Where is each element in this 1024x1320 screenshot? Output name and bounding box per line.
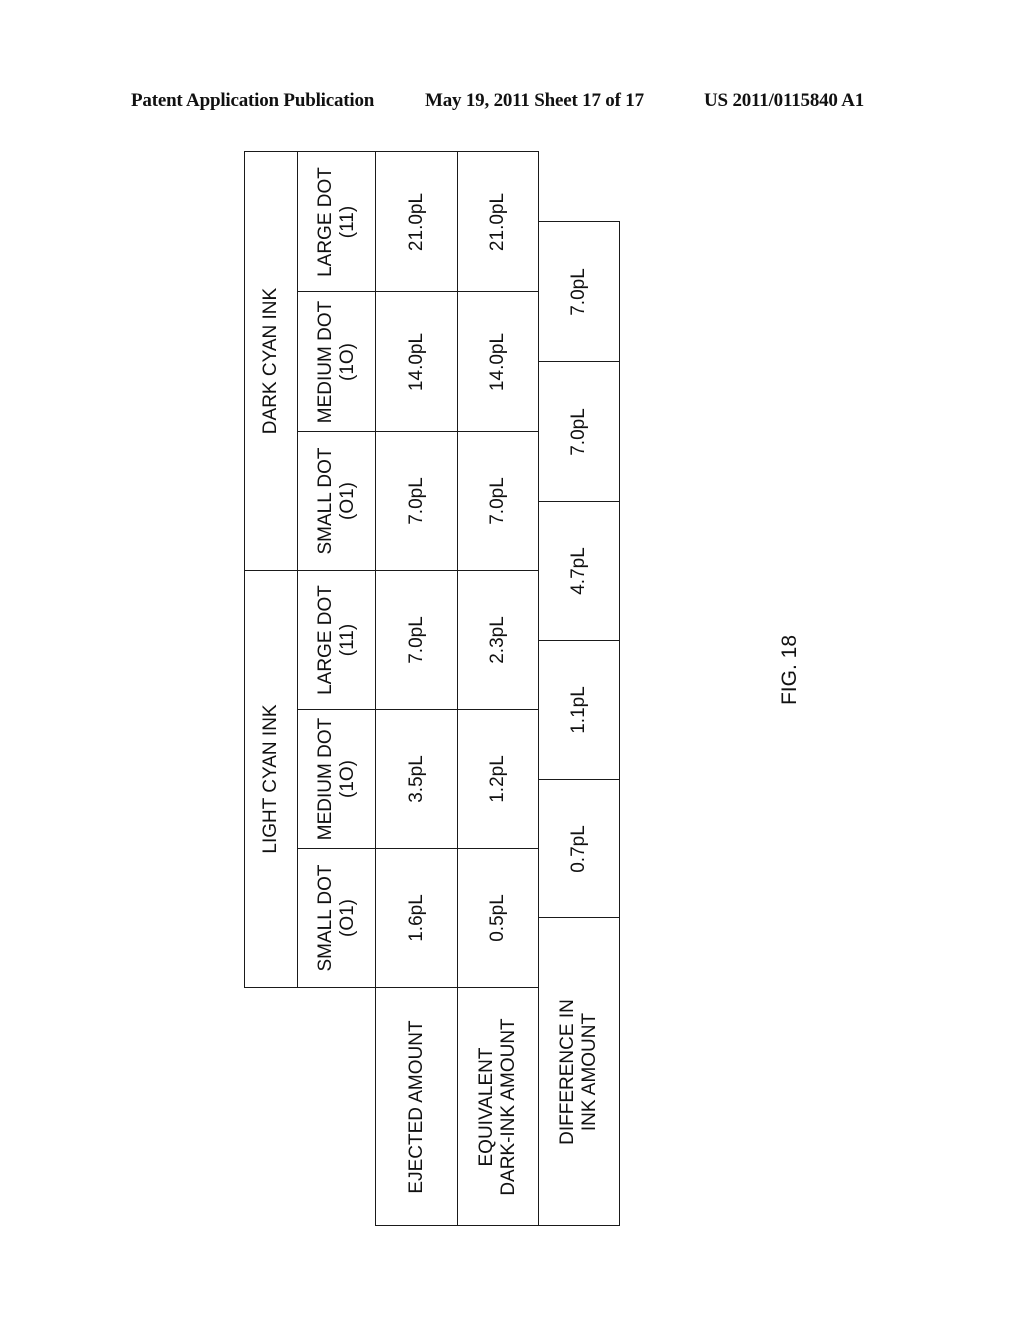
- dot-header-dark-medium: MEDIUM DOT (1O): [297, 291, 376, 432]
- cell-value: 7.0pL: [405, 477, 427, 525]
- row-header-equivalent: EQUIVALENT DARK-INK AMOUNT: [457, 987, 539, 1226]
- dot-label: SMALL DOT: [314, 447, 336, 555]
- row-header-label: EJECTED AMOUNT: [405, 1019, 427, 1194]
- cell-value: 4.7pL: [568, 547, 589, 595]
- difference-cell: 7.0pL: [538, 361, 620, 502]
- dot-header-light-small: SMALL DOT (O1): [297, 848, 376, 988]
- ejected-dark-small: 7.0pL: [375, 431, 458, 571]
- figure-label: FIG. 18: [778, 634, 801, 706]
- row-header-difference: DIFFERENCE IN INK AMOUNT: [538, 917, 620, 1226]
- difference-cell: 4.7pL: [538, 501, 620, 641]
- ejected-light-large: 7.0pL: [375, 570, 458, 710]
- ink-group-header-dark: DARK CYAN INK: [244, 151, 298, 571]
- publication-type: Patent Application Publication: [131, 90, 375, 111]
- dot-code: (1O): [336, 760, 358, 798]
- cell-value: 2.3pL: [487, 616, 508, 664]
- ink-group-label: LIGHT CYAN INK: [260, 704, 281, 854]
- cell-value: 7.0pL: [568, 267, 589, 316]
- cell-value: 14.0pL: [405, 332, 427, 391]
- difference-cell: 0.7pL: [538, 779, 620, 918]
- publication-number: US 2011/0115840 A1: [704, 90, 865, 111]
- dot-header-light-medium: MEDIUM DOT (1O): [297, 709, 376, 849]
- cell-value: 3.5pL: [405, 755, 427, 803]
- dot-code: (O1): [336, 899, 358, 937]
- cell-value: 21.0pL: [487, 192, 508, 251]
- equivalent-dark-medium: 14.0pL: [457, 291, 539, 432]
- row-header-label-line1: DIFFERENCE IN: [557, 998, 578, 1145]
- cell-value: 21.0pL: [405, 192, 427, 251]
- cell-value: 7.0pL: [487, 477, 508, 525]
- equivalent-light-large: 2.3pL: [457, 570, 539, 710]
- dot-code: (11): [336, 623, 358, 657]
- cell-value: 1.6pL: [405, 894, 427, 942]
- cell-value: 1.1pL: [568, 686, 589, 734]
- row-header-label-line1: EQUIVALENT: [476, 1047, 497, 1166]
- cell-value: 7.0pL: [568, 407, 589, 456]
- dot-code: (11): [336, 205, 358, 238]
- row-header-label-line2: INK AMOUNT: [579, 1012, 600, 1131]
- equivalent-light-medium: 1.2pL: [457, 709, 539, 849]
- ejected-light-small: 1.6pL: [375, 848, 458, 988]
- row-header-label-line2: DARK-INK AMOUNT: [498, 1017, 519, 1196]
- dot-label: MEDIUM DOT: [314, 717, 336, 841]
- cell-value: 1.2pL: [487, 755, 508, 803]
- equivalent-dark-small: 7.0pL: [457, 431, 539, 571]
- difference-cell: 1.1pL: [538, 640, 620, 780]
- equivalent-light-small: 0.5pL: [457, 848, 539, 988]
- dot-code: (O1): [336, 482, 358, 520]
- ink-group-header-light: LIGHT CYAN INK: [244, 570, 298, 988]
- cell-value: 0.5pL: [487, 894, 508, 942]
- equivalent-dark-large: 21.0pL: [457, 151, 539, 292]
- ejected-dark-medium: 14.0pL: [375, 291, 458, 432]
- cell-value: 7.0pL: [405, 616, 427, 664]
- dot-header-light-large: LARGE DOT (11): [297, 570, 376, 710]
- dot-label: SMALL DOT: [314, 864, 336, 972]
- ejected-light-medium: 3.5pL: [375, 709, 458, 849]
- dot-code: (1O): [336, 342, 358, 381]
- difference-cell: 7.0pL: [538, 221, 620, 362]
- dot-label: LARGE DOT: [314, 585, 336, 695]
- publication-date-sheet: May 19, 2011 Sheet 17 of 17: [425, 90, 644, 111]
- cell-value: 14.0pL: [487, 332, 508, 391]
- dot-label: LARGE DOT: [314, 166, 336, 277]
- dot-header-dark-small: SMALL DOT (O1): [297, 431, 376, 571]
- ejected-dark-large: 21.0pL: [375, 151, 458, 292]
- row-header-ejected: EJECTED AMOUNT: [375, 987, 458, 1226]
- ink-group-label: DARK CYAN INK: [260, 287, 281, 435]
- dot-label: MEDIUM DOT: [314, 300, 336, 423]
- dot-header-dark-large: LARGE DOT (11): [297, 151, 376, 292]
- cell-value: 0.7pL: [568, 824, 589, 873]
